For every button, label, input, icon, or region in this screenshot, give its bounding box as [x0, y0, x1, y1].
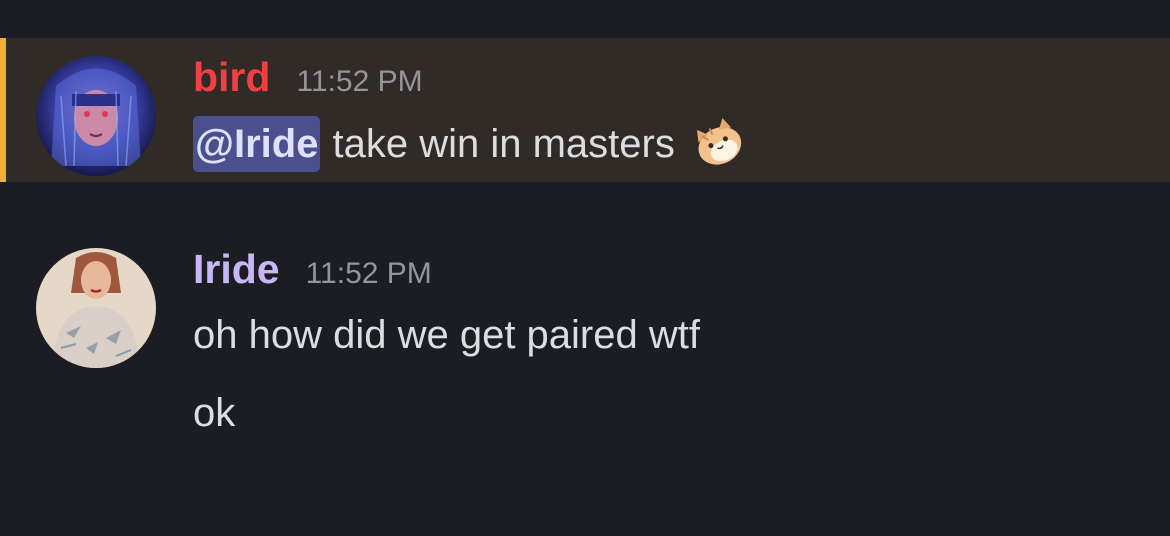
message-header: Iride 11:52 PM: [193, 244, 432, 299]
message-text: take win in masters: [332, 122, 675, 166]
username[interactable]: bird: [193, 52, 270, 102]
mention-highlight-bar: [0, 38, 6, 182]
timestamp: 11:52 PM: [305, 257, 432, 290]
avatar[interactable]: [36, 56, 156, 176]
cat-emoji-icon[interactable]: [687, 116, 751, 172]
message-text: ok: [193, 391, 236, 435]
avatar-iride-image: [36, 248, 156, 368]
avatar-bird-image: [36, 56, 156, 176]
username[interactable]: Iride: [193, 244, 280, 294]
message-text: oh how did we get paired wtf: [193, 313, 700, 357]
avatar[interactable]: [36, 248, 156, 368]
chat-log: bird 11:52 PM @Iride take win in masters: [0, 0, 1170, 536]
message-content: @Iride take win in masters: [193, 116, 751, 172]
message-iride[interactable]: Iride 11:52 PM oh how did we get paired …: [0, 228, 1170, 448]
message-bird[interactable]: bird 11:52 PM @Iride take win in masters: [0, 38, 1170, 182]
message-header: bird 11:52 PM: [193, 52, 423, 107]
user-mention[interactable]: @Iride: [193, 116, 321, 172]
timestamp: 11:52 PM: [296, 65, 423, 98]
